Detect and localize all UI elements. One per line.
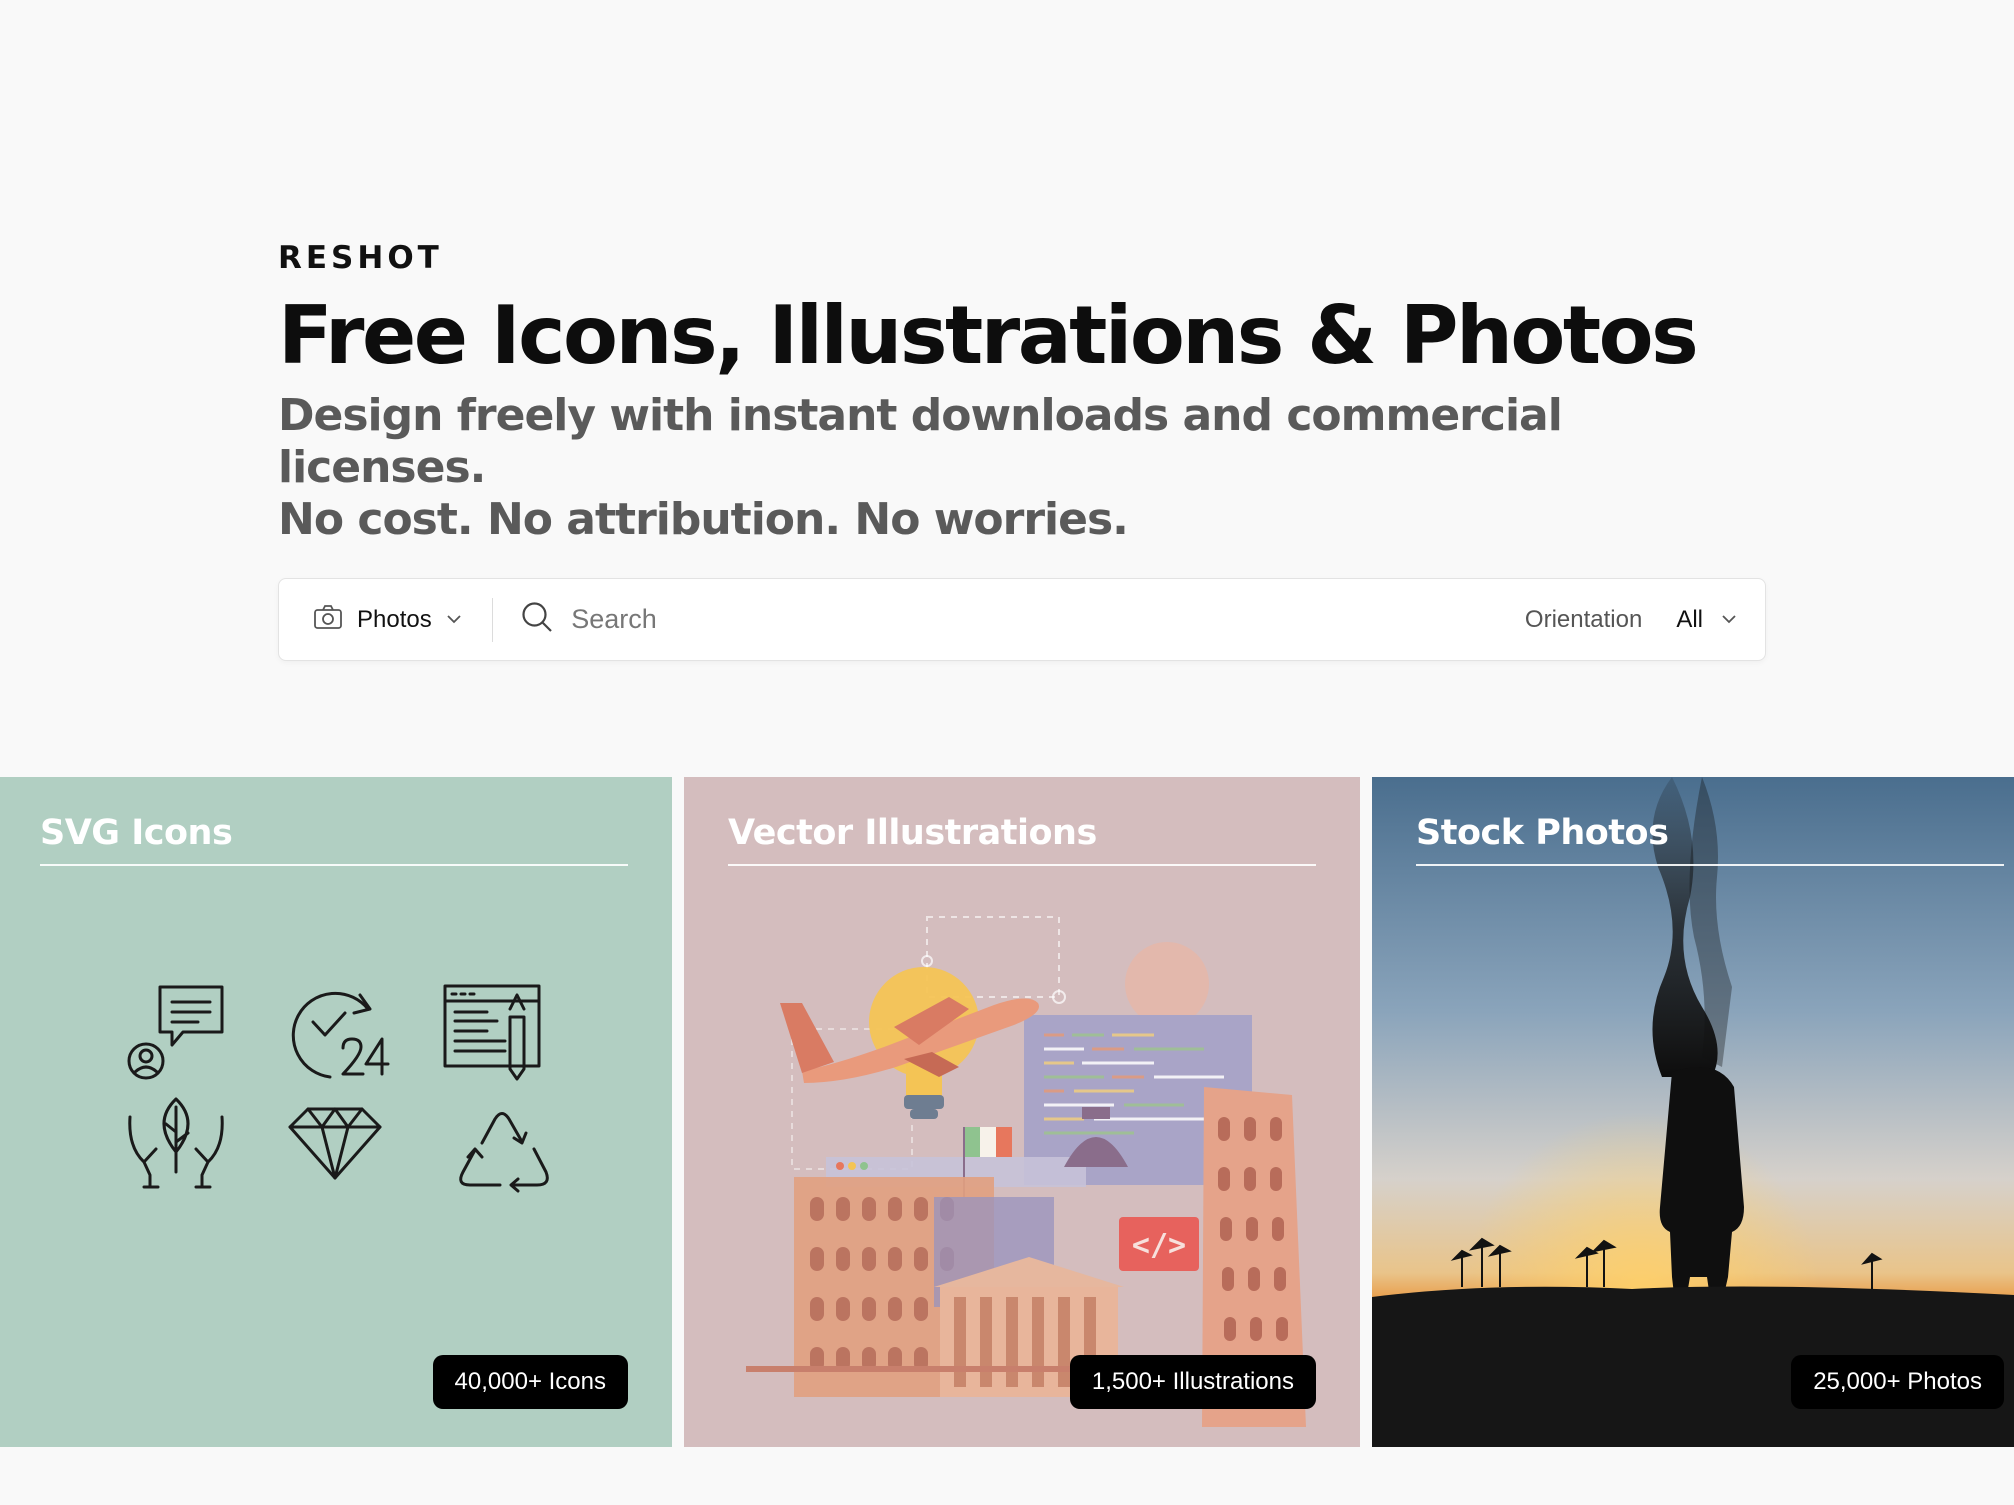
orientation-label: Orientation: [1524, 605, 1643, 633]
icon-grid: [127, 984, 549, 1193]
stock-photos-card[interactable]: Stock Photos 25,000+ Photos: [1372, 777, 2014, 1447]
vector-illustrations-card[interactable]: Vector Illustrations </> 1,500+ Illustra…: [684, 777, 1360, 1447]
search-input[interactable]: [571, 589, 1525, 650]
chevron-down-icon: [446, 611, 462, 629]
diamond-icon: [288, 1107, 382, 1180]
chevron-down-icon: [1721, 611, 1737, 629]
svg-text:</>: </>: [1132, 1228, 1186, 1263]
camera-icon: [313, 604, 343, 635]
web-editor-icon: [443, 984, 541, 1081]
page-subtitle: Design freely with instant downloads and…: [278, 390, 1758, 546]
subtitle-line-2: No cost. No attribution. No worries.: [278, 494, 1129, 545]
card-title: Stock Photos: [1416, 813, 1669, 853]
photos-count-badge: 25,000+ Photos: [1791, 1355, 2004, 1409]
svg-icons-card[interactable]: SVG Icons 40,000+ Icons: [0, 777, 672, 1447]
page-title: Free Icons, Illustrations & Photos: [278, 289, 1699, 382]
illustrations-count-badge: 1,500+ Illustrations: [1069, 1355, 1316, 1409]
orientation-value: All: [1676, 605, 1703, 633]
stock-photo-image: [1372, 777, 2014, 1447]
card-divider: [1416, 864, 2004, 866]
search-field: [493, 579, 1525, 660]
24-hour-icon: [291, 991, 390, 1079]
reshot-logo[interactable]: RESHOT: [278, 240, 1758, 276]
chat-support-icon: [127, 985, 224, 1080]
asset-type-label: Photos: [357, 605, 432, 633]
subtitle-line-1: Design freely with instant downloads and…: [278, 390, 1563, 493]
illustration-artwork: </>: [746, 916, 1306, 1427]
hands-plant-icon: [128, 1097, 224, 1189]
orientation-filter: Orientation All: [1525, 606, 1765, 634]
search-bar: Photos Orientation All: [278, 578, 1766, 661]
orientation-dropdown[interactable]: All: [1676, 606, 1737, 634]
recycle-icon: [459, 1112, 549, 1193]
search-icon: [521, 601, 553, 638]
asset-type-dropdown[interactable]: Photos: [279, 579, 492, 660]
icons-count-badge: 40,000+ Icons: [432, 1355, 628, 1409]
hero: RESHOT Free Icons, Illustrations & Photo…: [278, 240, 1758, 546]
